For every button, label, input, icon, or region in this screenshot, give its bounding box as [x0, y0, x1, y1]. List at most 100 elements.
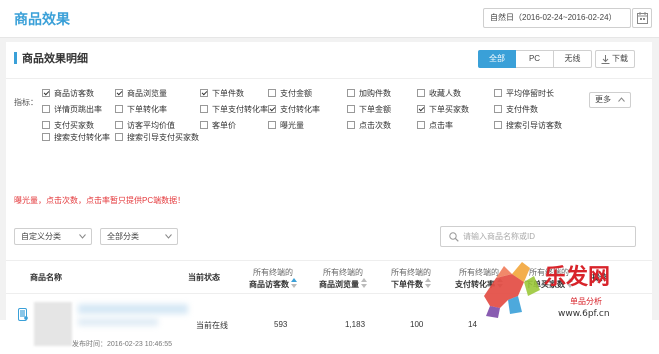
divider [6, 78, 652, 79]
watermark-url: www.6pf.cn [558, 309, 610, 319]
col-views-prefix: 所有终端的 [323, 268, 363, 277]
custom-category-value: 自定义分类 [21, 232, 61, 241]
checkbox[interactable] [200, 89, 208, 97]
indicator-option[interactable]: 点击率 [417, 121, 453, 131]
indicator-option-label: 支付买家数 [54, 121, 94, 130]
indicator-option[interactable]: 搜索引导访客数 [494, 121, 562, 131]
indicator-option[interactable]: 点击次数 [347, 121, 391, 131]
indicator-option-label: 搜索引导支付买家数 [127, 133, 199, 142]
page-title: 商品效果 [14, 11, 70, 27]
watermark-logo: 乐发网 单品分析 www.6pf.cn [478, 256, 659, 320]
indicator-option[interactable]: 搜索引导支付买家数 [115, 133, 199, 143]
tab-pc[interactable]: PC [516, 50, 554, 68]
chevron-down-icon [79, 234, 86, 239]
col-orders[interactable]: 所有终端的 下单件数 [378, 261, 444, 295]
indicator-option[interactable]: 支付件数 [494, 105, 538, 115]
custom-category-select[interactable]: 自定义分类 [14, 228, 92, 245]
download-button[interactable]: 下载 [595, 50, 635, 68]
checkbox[interactable] [115, 105, 123, 113]
checkbox[interactable] [200, 105, 208, 113]
indicator-option[interactable]: 商品浏览量 [115, 89, 167, 99]
chevron-down-icon [165, 234, 172, 239]
indicator-option[interactable]: 支付金额 [268, 89, 312, 99]
checkbox[interactable] [268, 121, 276, 129]
mobile-icon [18, 308, 28, 321]
checkbox[interactable] [115, 121, 123, 129]
checkbox[interactable] [417, 121, 425, 129]
download-label: 下载 [612, 54, 628, 63]
col-orders-prefix: 所有终端的 [391, 268, 431, 277]
indicator-option[interactable]: 商品访客数 [42, 89, 94, 99]
indicator-option[interactable]: 客单价 [200, 121, 236, 131]
col-product-name: 商品名称 [30, 273, 62, 282]
indicator-option[interactable]: 下单转化率 [115, 105, 167, 115]
calendar-button[interactable] [632, 8, 652, 28]
checkbox[interactable] [42, 121, 50, 129]
col-visitors[interactable]: 所有终端的 商品访客数 [238, 261, 308, 295]
indicator-option[interactable]: 访客平均价值 [115, 121, 175, 131]
checkbox[interactable] [347, 89, 355, 97]
checkbox[interactable] [347, 105, 355, 113]
indicator-option-label: 详情页跳出率 [54, 105, 102, 114]
product-name-link[interactable] [78, 304, 188, 314]
col-visitors-label: 商品访客数 [249, 280, 289, 289]
col-views[interactable]: 所有终端的 商品浏览量 [308, 261, 378, 295]
more-label: 更多 [595, 95, 611, 104]
visitors-cell: 593 [274, 320, 288, 329]
tab-wireless[interactable]: 无线 [554, 50, 592, 68]
indicator-option-label: 平均停留时长 [506, 89, 554, 98]
checkbox[interactable] [494, 121, 502, 129]
indicator-option[interactable]: 加购件数 [347, 89, 391, 99]
sort-icon [361, 278, 367, 288]
search-input[interactable] [463, 230, 628, 243]
status-cell: 当前在线 [196, 321, 228, 330]
checkbox[interactable] [417, 89, 425, 97]
indicator-option[interactable]: 下单支付转化率 [200, 105, 268, 115]
indicator-option[interactable]: 平均停留时长 [494, 89, 554, 99]
indicator-option[interactable]: 下单金额 [347, 105, 391, 115]
checkbox[interactable] [494, 105, 502, 113]
sort-icon [425, 278, 431, 288]
indicator-option-label: 客单价 [212, 121, 236, 130]
indicator-option[interactable]: 收藏人数 [417, 89, 461, 99]
checkbox[interactable] [115, 89, 123, 97]
indicator-option-label: 点击率 [429, 121, 453, 130]
indicator-option-label: 下单件数 [212, 89, 244, 98]
checkbox[interactable] [268, 89, 276, 97]
checkbox[interactable] [268, 105, 276, 113]
checkbox[interactable] [347, 121, 355, 129]
indicator-option-label: 加购件数 [359, 89, 391, 98]
indicator-option-label: 下单金额 [359, 105, 391, 114]
all-category-value: 全部分类 [107, 232, 139, 241]
checkbox[interactable] [200, 121, 208, 129]
indicator-option[interactable]: 搜索支付转化率 [42, 133, 110, 143]
indicator-warning-note: 曝光量，点击次数，点击率暂只提供PC端数据！ [14, 196, 186, 205]
indicator-option-label: 下单转化率 [127, 105, 167, 114]
tab-all[interactable]: 全部 [478, 50, 516, 68]
checkbox[interactable] [42, 133, 50, 141]
checkbox[interactable] [115, 133, 123, 141]
checkbox[interactable] [42, 89, 50, 97]
indicator-option[interactable]: 详情页跳出率 [42, 105, 102, 115]
checkbox[interactable] [494, 89, 502, 97]
more-indicators-button[interactable]: 更多 [589, 92, 631, 108]
col-visitors-prefix: 所有终端的 [253, 268, 293, 277]
search-icon [449, 232, 459, 242]
checkbox[interactable] [42, 105, 50, 113]
indicator-option[interactable]: 支付买家数 [42, 121, 94, 131]
indicator-option-label: 曝光量 [280, 121, 304, 130]
product-search-box [440, 226, 636, 247]
product-name-line2 [78, 318, 158, 326]
indicator-option[interactable]: 支付转化率 [268, 105, 320, 115]
product-thumbnail[interactable] [34, 302, 72, 346]
indicator-option-label: 支付金额 [280, 89, 312, 98]
indicator-option[interactable]: 曝光量 [268, 121, 304, 131]
indicator-option-label: 点击次数 [359, 121, 391, 130]
date-range-picker[interactable]: 自然日（2016-02-24~2016-02-24） [483, 8, 631, 28]
indicator-option[interactable]: 下单件数 [200, 89, 244, 99]
indicator-option-label: 商品浏览量 [127, 89, 167, 98]
all-category-select[interactable]: 全部分类 [100, 228, 178, 245]
sort-icon [291, 278, 297, 288]
checkbox[interactable] [417, 105, 425, 113]
indicator-option[interactable]: 下单买家数 [417, 105, 469, 115]
